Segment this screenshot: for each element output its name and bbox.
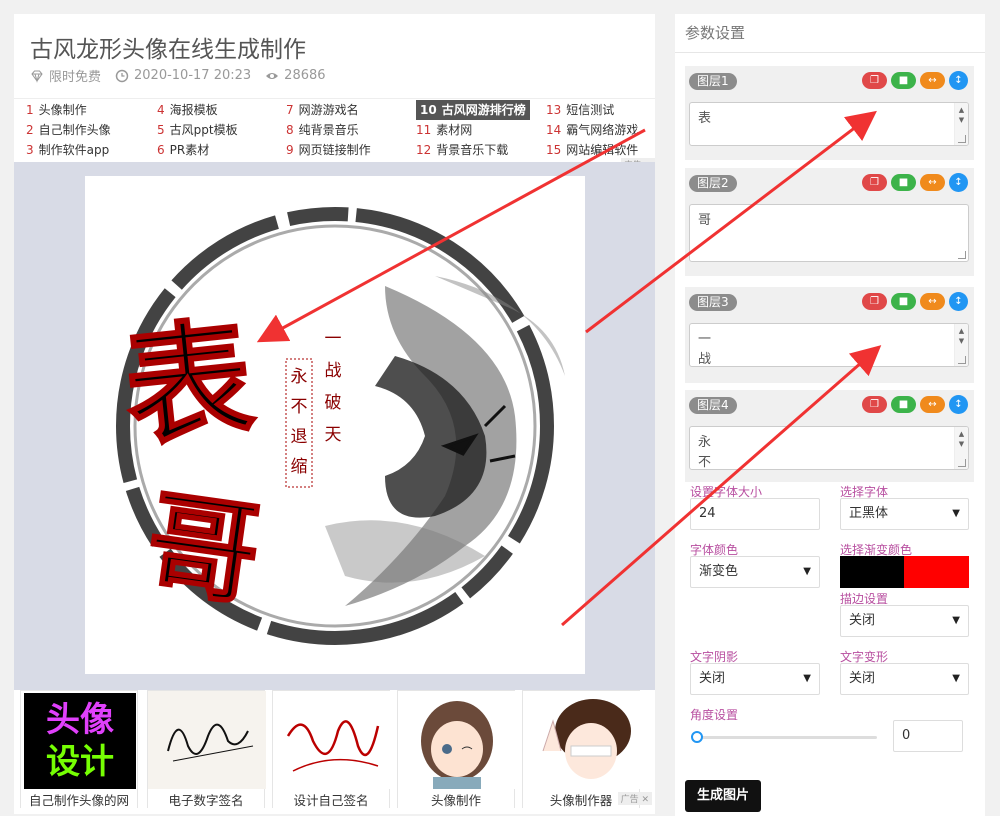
link-item[interactable]: 9 网页链接制作 [286, 140, 371, 160]
move-vertical-icon[interactable]: ↕ [949, 71, 968, 90]
thumbnail-strip: 头像 设计 自己制作头像的网 电子数字签名 设计自己签名 头像制作 头像制作器 … [20, 690, 652, 814]
link-item[interactable]: 8 纯背景音乐 [286, 120, 359, 140]
resize-handle[interactable] [958, 459, 966, 467]
stroke-select[interactable]: 关闭 ▼ [840, 605, 969, 637]
link-item[interactable]: 12 背景音乐下载 [416, 140, 508, 160]
link-grid: 1 头像制作 4 海报模板 7 网游游戏名 10 古风网游排行榜 13 短信测试 2 自己制作头像 5 古… [26, 100, 646, 160]
vertical-char: 战 [325, 361, 342, 381]
link-item[interactable]: 4 海报模板 [157, 100, 218, 120]
transform-select[interactable]: 关闭 ▼ [840, 663, 969, 695]
date: 2020-10-17 20:23 [115, 68, 251, 83]
layer-text-input[interactable]: 永不 ▲ ▼ [689, 426, 969, 470]
vertical-char: 一 [325, 329, 342, 349]
delete-icon[interactable]: ■ [891, 174, 916, 191]
link-item[interactable]: 11 素材网 [416, 120, 472, 140]
vertical-char: 天 [325, 425, 342, 445]
link-item[interactable]: 2 自己制作头像 [26, 120, 111, 140]
views: 28686 [265, 68, 326, 83]
layer-4: 图层4 ❐ ■ ↔ ↕ 永不 ▲ ▼ [685, 390, 974, 482]
copy-icon[interactable]: ❐ [862, 396, 887, 413]
layer-tag: 图层2 [689, 175, 737, 192]
page-title: 古风龙形头像在线生成制作 [30, 37, 306, 63]
free-badge: 限时免费 [30, 66, 101, 85]
font-select[interactable]: 正黑体 ▼ [840, 498, 969, 530]
resize-handle[interactable] [958, 356, 966, 364]
copy-icon[interactable]: ❐ [862, 293, 887, 310]
delete-icon[interactable]: ■ [891, 396, 916, 413]
vertical-char: 永 [291, 367, 308, 387]
thumb-5[interactable]: 头像制作器 [522, 690, 641, 809]
angle-slider[interactable] [691, 731, 877, 743]
thumb-4[interactable]: 头像制作 [397, 690, 516, 809]
gradient-color-2[interactable] [904, 556, 969, 588]
layer-tag: 图层3 [689, 294, 737, 311]
eye-icon [266, 72, 279, 79]
vertical-char: 破 [325, 393, 342, 413]
move-vertical-icon[interactable]: ↕ [949, 173, 968, 192]
vertical-char: 退 [291, 427, 308, 447]
layer-1: 图层1 ❐ ■ ↔ ↕ 表 ▲ ▼ [685, 66, 974, 160]
layer-tag: 图层1 [689, 73, 737, 90]
link-item[interactable]: 5 古风ppt模板 [157, 120, 238, 140]
generate-button[interactable]: 生成图片 [685, 780, 762, 812]
vertical-text-1: 一战破天 [325, 329, 342, 445]
angle-label: 角度设置 [690, 708, 739, 722]
clock-icon [115, 69, 129, 82]
link-item[interactable]: 15 网站编辑软件 [546, 140, 638, 160]
move-horizontal-icon[interactable]: ↔ [920, 396, 945, 413]
layer-2: 图层2 ❐ ■ ↔ ↕ 哥 [685, 168, 974, 276]
copy-icon[interactable]: ❐ [862, 174, 887, 191]
resize-handle[interactable] [958, 251, 966, 259]
layer-3: 图层3 ❐ ■ ↔ ↕ 一战 ▲ ▼ [685, 287, 974, 383]
link-item[interactable]: 13 短信测试 [546, 100, 614, 120]
link-item[interactable]: 1 头像制作 [26, 100, 87, 120]
link-item[interactable]: 10 古风网游排行榜 [416, 100, 530, 120]
link-item[interactable]: 14 霸气网络游戏 [546, 120, 638, 140]
delete-icon[interactable]: ■ [891, 72, 916, 89]
layer-text-input[interactable]: 一战 ▲ ▼ [689, 323, 969, 367]
move-horizontal-icon[interactable]: ↔ [920, 72, 945, 89]
layer-text-input[interactable]: 哥 [689, 204, 969, 262]
link-item[interactable]: 3 制作软件app [26, 140, 109, 160]
diamond-icon [31, 70, 43, 83]
link-item[interactable]: 7 网游游戏名 [286, 100, 359, 120]
copy-icon[interactable]: ❐ [862, 72, 887, 89]
thumb-3[interactable]: 设计自己签名 [272, 690, 391, 809]
move-horizontal-icon[interactable]: ↔ [920, 174, 945, 191]
layer-tag: 图层4 [689, 397, 737, 414]
main-content: 古风龙形头像在线生成制作 限时免费 2020-10-17 20:23 28686… [14, 14, 655, 814]
layer-text-input[interactable]: 表 ▲ ▼ [689, 102, 969, 146]
link-item[interactable]: 6 PR素材 [157, 140, 209, 160]
thumb-1[interactable]: 头像 设计 自己制作头像的网 [20, 690, 138, 809]
vertical-char: 缩 [291, 457, 308, 477]
move-horizontal-icon[interactable]: ↔ [920, 293, 945, 310]
big-char-2: 哥 [139, 477, 268, 622]
thumb-2[interactable]: 电子数字签名 [147, 690, 266, 809]
angle-slider-handle[interactable] [691, 731, 703, 743]
vertical-text-2: 永不退缩 [291, 367, 308, 477]
ad-mark-2[interactable]: 广告 ✕ [617, 792, 652, 805]
color-select[interactable]: 渐变色 ▼ [690, 556, 820, 588]
vertical-char: 不 [291, 397, 308, 417]
big-char-1: 表 [117, 303, 260, 466]
shadow-select[interactable]: 关闭 ▼ [690, 663, 820, 695]
resize-handle[interactable] [958, 135, 966, 143]
move-vertical-icon[interactable]: ↕ [949, 292, 968, 311]
canvas-area: 一战破天 永不退缩 表 哥 [14, 162, 655, 690]
angle-input[interactable]: 0 [893, 720, 963, 752]
move-vertical-icon[interactable]: ↕ [949, 395, 968, 414]
avatar-preview: 一战破天 永不退缩 表 哥 [85, 176, 585, 674]
settings-panel: 参数设置 图层1 ❐ ■ ↔ ↕ 表 ▲ ▼ 图层2 ❐ ■ ↔ ↕ 哥图层3 ❐ ■ ↔ ↕ 一战 ▲ ▼ 图层4 ❐ ■ ↔… [675, 14, 985, 816]
gradient-color-1[interactable] [840, 556, 904, 588]
panel-title: 参数设置 [685, 24, 746, 42]
meta-bar: 限时免费 2020-10-17 20:23 28686 [30, 66, 326, 85]
font-size-input[interactable]: 24 [690, 498, 820, 530]
delete-icon[interactable]: ■ [891, 293, 916, 310]
